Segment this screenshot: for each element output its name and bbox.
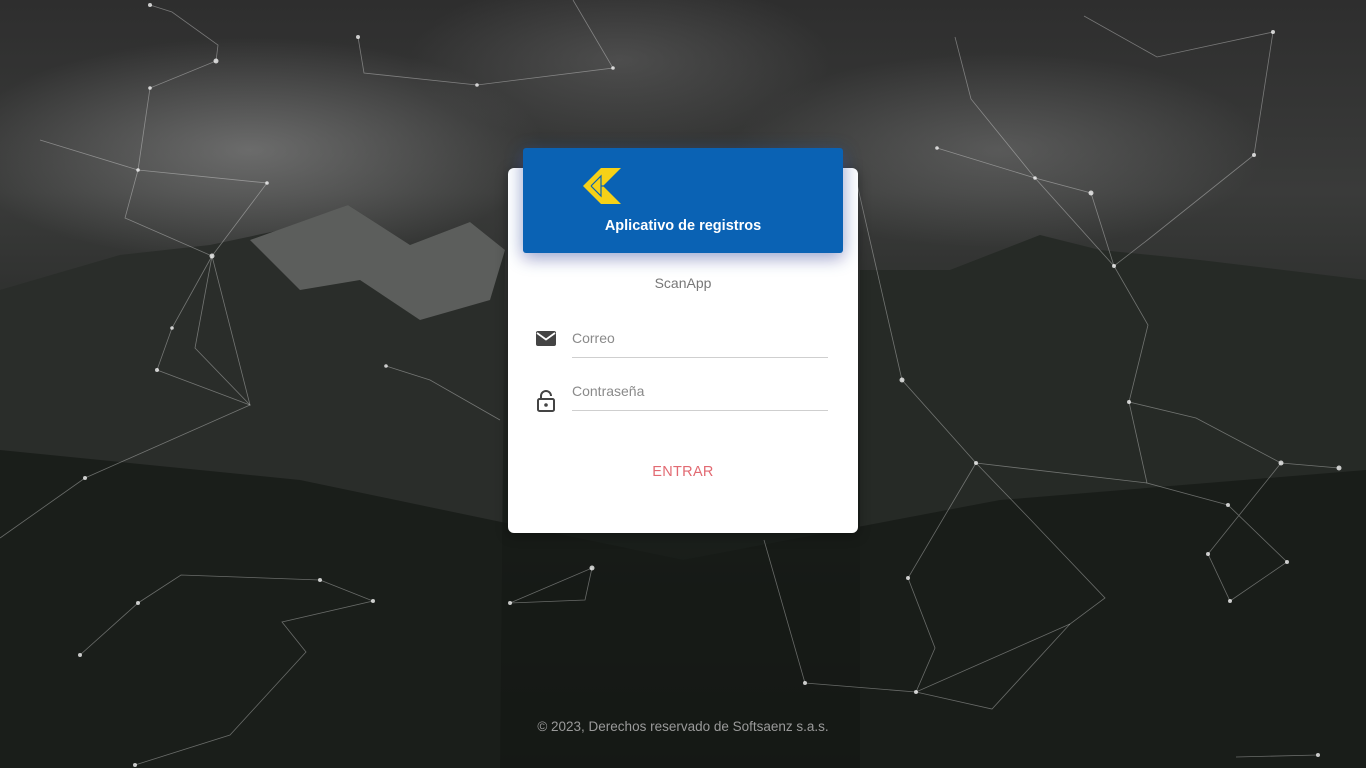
copyright-footer: © 2023, Derechos reservado de Softsaenz … (537, 719, 829, 734)
login-submit-button[interactable]: ENTRAR (610, 455, 756, 489)
ck-arrow-logo-icon (583, 166, 623, 206)
password-field[interactable] (572, 372, 828, 411)
lock-icon (535, 389, 557, 412)
app-title: Aplicativo de registros (604, 218, 762, 234)
email-input[interactable] (572, 319, 828, 357)
app-subtitle: ScanApp (654, 275, 712, 291)
envelope-icon (535, 328, 557, 350)
login-card-header: Aplicativo de registros (523, 148, 843, 253)
password-input[interactable] (572, 372, 828, 410)
email-field[interactable] (572, 319, 828, 358)
